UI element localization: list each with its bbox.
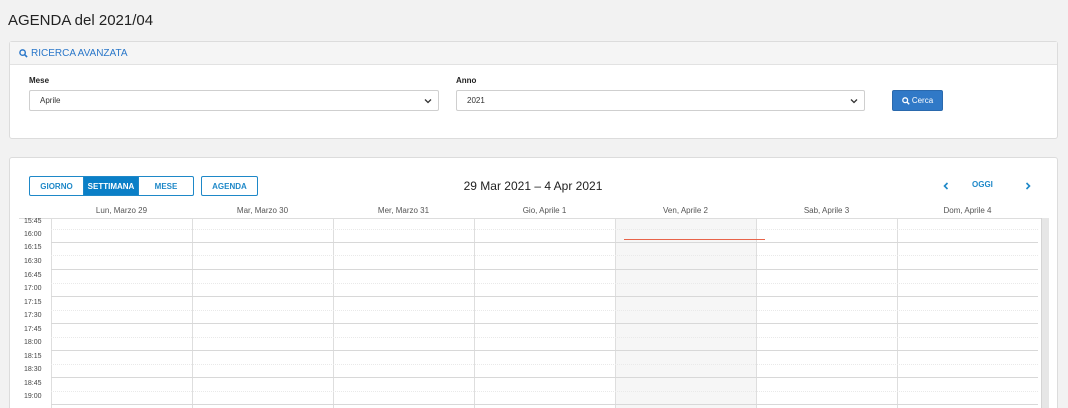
time-grid[interactable]: 15:45 16:00 16:15 16:30 16:45 17:00 17:1… [19,218,1049,408]
day-header: Sab, Aprile 3 [803,206,850,215]
day-column[interactable] [756,219,897,408]
time-label: 17:15 [24,299,42,306]
advanced-search-panel: RICERCA AVANZATA Mese Aprile Anno 2021 C… [9,41,1058,139]
day-header: Ven, Aprile 2 [663,206,708,215]
grid-line [51,296,1038,297]
next-week-button[interactable] [1020,178,1036,194]
view-month-button[interactable]: MESE [139,176,194,196]
day-header: Mar, Marzo 30 [236,206,289,215]
day-column[interactable] [474,219,615,408]
view-week-button[interactable]: SETTIMANA [84,176,139,196]
time-label: 17:00 [24,285,42,292]
time-label: 16:15 [24,244,42,251]
chevron-right-icon [1025,182,1031,190]
chevron-down-icon [424,99,432,104]
time-label: 18:45 [24,380,42,387]
year-select-value: 2021 [467,96,485,105]
year-select[interactable]: 2021 [456,90,865,111]
day-headers: Lun, Marzo 29 Mar, Marzo 30 Mer, Marzo 3… [51,206,1038,218]
time-label: 18:00 [24,339,42,346]
time-label: 18:15 [24,353,42,360]
time-label: 15:45 [24,218,42,225]
time-label: 19:00 [24,393,42,400]
advanced-search-label: RICERCA AVANZATA [31,47,128,59]
day-column-today[interactable] [615,219,756,408]
day-header: Lun, Marzo 29 [95,206,148,215]
day-header: Mer, Marzo 31 [377,206,430,215]
grid-line [51,255,1038,256]
day-column[interactable] [51,219,192,408]
time-label: 16:00 [24,231,42,238]
grid-line [51,323,1038,324]
month-select[interactable]: Aprile [29,90,439,111]
time-label: 18:30 [24,366,42,373]
time-axis: 15:45 16:00 16:15 16:30 16:45 17:00 17:1… [19,218,51,408]
previous-week-button[interactable] [938,178,954,194]
time-label: 17:30 [24,312,42,319]
grid-line [51,350,1038,351]
day-column[interactable] [192,219,333,408]
day-column[interactable] [897,219,1038,408]
day-header: Dom, Aprile 4 [943,206,992,215]
date-range-title: 29 Mar 2021 – 4 Apr 2021 [463,179,603,193]
grid-line [51,269,1038,270]
grid-line [51,283,1038,284]
search-icon [19,48,28,58]
grid-line [51,337,1038,338]
search-button-label: Cerca [911,96,934,105]
advanced-search-header[interactable]: RICERCA AVANZATA [10,42,1057,65]
chevron-down-icon [850,99,858,104]
grid-line [51,242,1038,243]
calendar-panel: GIORNO SETTIMANA MESE AGENDA 29 Mar 2021… [9,157,1058,408]
view-day-button[interactable]: GIORNO [29,176,84,196]
month-select-value: Aprile [40,96,61,105]
agenda-view-button[interactable]: AGENDA [201,176,258,196]
time-label: 16:30 [24,258,42,265]
day-column[interactable] [333,219,474,408]
page-title: AGENDA del 2021/04 [8,12,154,29]
grid-line [51,377,1038,378]
day-columns [51,219,1038,408]
grid-line [51,391,1038,392]
search-icon [901,96,910,105]
chevron-left-icon [943,182,949,190]
month-label: Mese [29,76,50,85]
current-time-indicator [624,239,765,240]
year-label: Anno [456,76,477,85]
grid-line [51,229,1038,230]
time-label: 16:45 [24,272,42,279]
grid-line [51,364,1038,365]
search-button[interactable]: Cerca [892,90,943,111]
grid-line [51,310,1038,311]
time-label: 17:45 [24,326,42,333]
day-header: Gio, Aprile 1 [522,206,567,215]
view-switcher: GIORNO SETTIMANA MESE [29,176,194,196]
today-button[interactable]: OGGI [972,180,993,189]
grid-line [51,404,1038,405]
calendar-scrollbar[interactable] [1041,218,1049,408]
